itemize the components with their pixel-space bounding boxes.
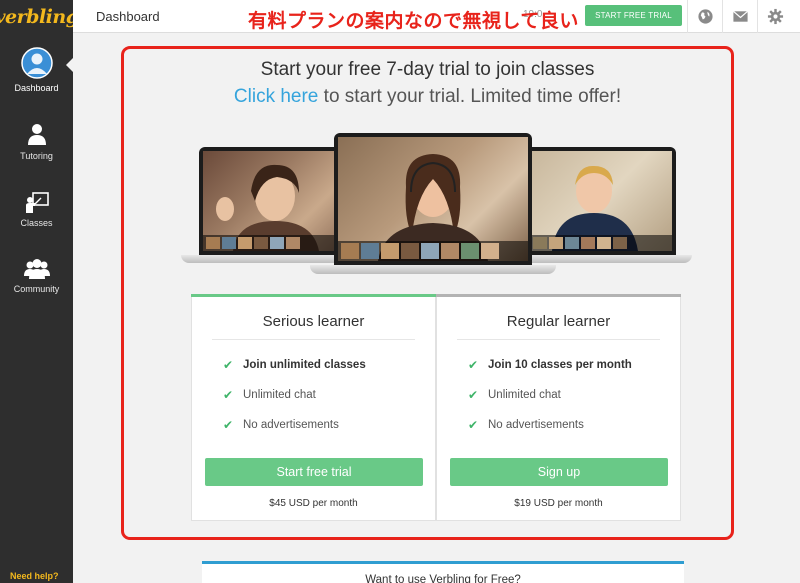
sidebar-item-label: Community (13, 284, 60, 294)
divider (687, 0, 688, 33)
free-usage-card: Want to use Verbling for Free? (202, 561, 684, 583)
mail-icon[interactable] (732, 8, 749, 25)
avatar-icon (20, 47, 53, 79)
gear-icon[interactable] (767, 8, 784, 25)
plan-price: $19 USD per month (514, 498, 603, 509)
promo-subline: Click here to start your trial. Limited … (121, 86, 734, 108)
plan-feature: ✔ No advertisements (468, 418, 584, 432)
logo-area: verbling (0, 0, 79, 33)
plan-feature: ✔ Join unlimited classes (223, 358, 366, 372)
page-title: Dashboard (96, 9, 160, 24)
plan-feature: ✔ Join 10 classes per month (468, 358, 632, 372)
plan-price: $45 USD per month (269, 498, 358, 509)
sidebar-item-label: Tutoring (20, 151, 53, 161)
sidebar-item-classes[interactable]: Classes (0, 192, 73, 228)
sidebar-item-tutoring[interactable]: Tutoring (0, 123, 73, 161)
click-here-link[interactable]: Click here (234, 86, 318, 107)
plan-card-regular: Regular learner ✔ Join 10 classes per mon… (436, 294, 681, 521)
free-usage-heading: Want to use Verbling for Free? (365, 574, 521, 583)
whiteboard-icon (25, 192, 49, 213)
divider (757, 0, 758, 33)
divider (457, 339, 660, 340)
globe-icon[interactable] (697, 8, 714, 25)
sidebar: verbling Dashboard Tutoring Classes Comm… (0, 0, 79, 583)
plan-accent-bar (191, 294, 436, 297)
plan-feature: ✔ Unlimited chat (223, 388, 316, 402)
plan-feature: ✔ No advertisements (223, 418, 339, 432)
active-pointer (66, 58, 73, 72)
sidebar-item-dashboard[interactable]: Dashboard (0, 47, 73, 93)
plan-card-serious: Serious learner ✔ Join unlimited classes … (191, 294, 436, 521)
divider (212, 339, 415, 340)
divider (722, 0, 723, 33)
check-icon: ✔ (468, 388, 479, 402)
plan-title: Regular learner (506, 313, 611, 330)
check-icon: ✔ (223, 418, 234, 432)
sidebar-item-label: Dashboard (14, 83, 59, 93)
need-help-link[interactable]: Need help? (10, 571, 59, 581)
verbling-logo[interactable]: verbling (0, 6, 79, 28)
sidebar-item-label: Classes (20, 218, 53, 228)
promo-headline: Start your free 7-day trial to join clas… (260, 59, 595, 80)
plan-accent-bar (436, 294, 681, 297)
plan-title: Serious learner (262, 313, 365, 330)
check-icon: ✔ (468, 418, 479, 432)
person-icon (27, 124, 46, 145)
start-free-trial-button[interactable]: START FREE TRIAL (585, 5, 682, 26)
group-icon (23, 259, 50, 279)
annotation-text: 有料プランの案内なので無視して良い (248, 11, 579, 32)
plan-feature: ✔ Unlimited chat (468, 388, 561, 402)
check-icon: ✔ (468, 358, 479, 372)
start-free-trial-plan-button[interactable]: Start free trial (205, 458, 423, 486)
sidebar-item-community[interactable]: Community (0, 258, 73, 294)
sign-up-button[interactable]: Sign up (450, 458, 668, 486)
subline-text: to start your trial. Limited time offer! (318, 86, 622, 107)
check-icon: ✔ (223, 388, 234, 402)
check-icon: ✔ (223, 358, 234, 372)
